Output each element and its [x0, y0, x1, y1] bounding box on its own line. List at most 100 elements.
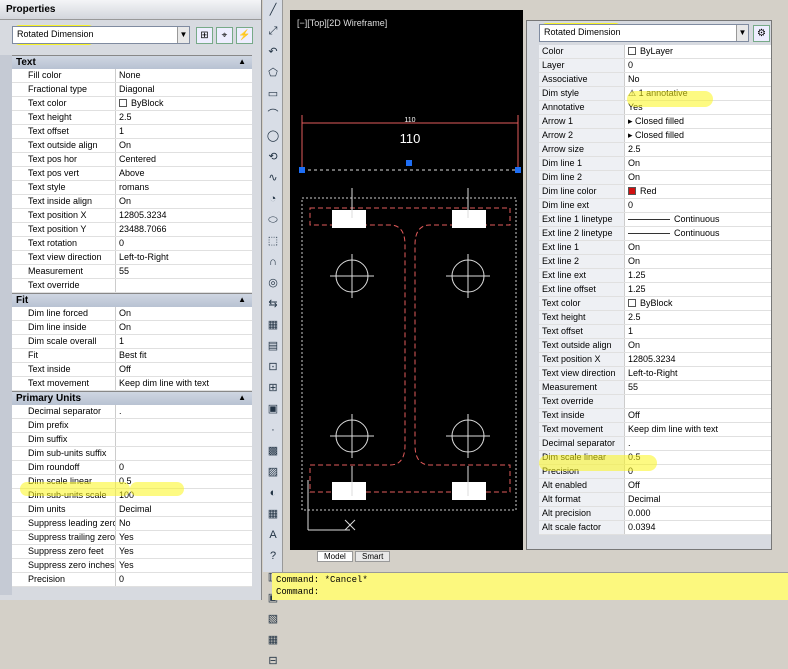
- property-value[interactable]: Yes: [116, 531, 252, 544]
- property-row[interactable]: Dim prefix: [12, 419, 252, 433]
- property-value[interactable]: Keep dim line with text: [116, 377, 252, 390]
- property-value[interactable]: 1: [625, 325, 771, 338]
- draw-tool-icon[interactable]: ◐: [265, 485, 281, 501]
- draw-tool-icon[interactable]: ⬭: [265, 212, 281, 228]
- property-value[interactable]: On: [116, 321, 252, 334]
- draw-tool-icon[interactable]: ∩: [265, 254, 281, 270]
- command-line[interactable]: Command: *Cancel* Command:: [272, 572, 788, 600]
- draw-tool-icon[interactable]: ⊞: [265, 380, 281, 396]
- draw-tool-icon[interactable]: ▭: [265, 86, 281, 102]
- property-row[interactable]: Text color ByBlock: [12, 97, 252, 111]
- property-row[interactable]: Dim line color Red: [539, 185, 771, 199]
- property-row[interactable]: Text height 2.5: [12, 111, 252, 125]
- property-row[interactable]: Arrow size 2.5: [539, 143, 771, 157]
- property-value[interactable]: romans: [116, 181, 252, 194]
- property-value[interactable]: No: [625, 73, 771, 86]
- draw-tool-icon[interactable]: ▩: [265, 443, 281, 459]
- chevron-down-icon[interactable]: ▼: [177, 27, 189, 43]
- property-value[interactable]: 0: [625, 199, 771, 212]
- property-row[interactable]: Measurement 55: [539, 381, 771, 395]
- property-value[interactable]: Best fit: [116, 349, 252, 362]
- property-value[interactable]: [116, 279, 252, 292]
- property-value[interactable]: Continuous: [625, 213, 771, 226]
- property-value[interactable]: Off: [625, 479, 771, 492]
- property-value[interactable]: 0: [116, 573, 252, 586]
- section-header[interactable]: Fit ▲: [12, 293, 252, 307]
- property-row[interactable]: Measurement 55: [12, 265, 252, 279]
- tab-model[interactable]: Model: [317, 551, 353, 562]
- property-value[interactable]: On: [116, 139, 252, 152]
- chevron-down-icon[interactable]: ▼: [736, 25, 748, 41]
- draw-tool-icon[interactable]: ∿: [265, 170, 281, 186]
- draw-tool-icon[interactable]: ?: [265, 548, 281, 564]
- property-row[interactable]: Alt format Decimal: [539, 493, 771, 507]
- draw-tool-icon[interactable]: ▨: [265, 464, 281, 480]
- settings-icon[interactable]: ⚙: [753, 25, 770, 42]
- property-value[interactable]: On: [625, 157, 771, 170]
- draw-tool-icon[interactable]: ▦: [265, 317, 281, 333]
- property-row[interactable]: Text override: [539, 395, 771, 409]
- property-value[interactable]: Left-to-Right: [116, 251, 252, 264]
- property-value[interactable]: 12805.3234: [116, 209, 252, 222]
- property-value[interactable]: 1.25: [625, 269, 771, 282]
- property-row[interactable]: Text rotation 0: [12, 237, 252, 251]
- draw-tool-icon[interactable]: ▦: [265, 506, 281, 522]
- property-value[interactable]: 0: [116, 461, 252, 474]
- property-value[interactable]: Diagonal: [116, 83, 252, 96]
- property-value[interactable]: [116, 419, 252, 432]
- ibeam-drawing[interactable]: 110 110: [290, 100, 523, 540]
- property-row[interactable]: Ext line ext 1.25: [539, 269, 771, 283]
- property-row[interactable]: Text movement Keep dim line with text: [12, 377, 252, 391]
- property-row[interactable]: Suppress zero inches Yes: [12, 559, 252, 573]
- property-value[interactable]: Off: [625, 409, 771, 422]
- property-row[interactable]: Alt enabled Off: [539, 479, 771, 493]
- collapse-icon[interactable]: ▲: [238, 295, 246, 304]
- property-row[interactable]: Precision 0: [12, 573, 252, 587]
- property-row[interactable]: Dim scale overall 1: [12, 335, 252, 349]
- property-value[interactable]: ByBlock: [116, 97, 252, 110]
- property-row[interactable]: Text inside align On: [12, 195, 252, 209]
- property-value[interactable]: [625, 395, 771, 408]
- property-value[interactable]: Yes: [116, 559, 252, 572]
- draw-tool-icon[interactable]: ⟲: [265, 149, 281, 165]
- property-value[interactable]: On: [625, 339, 771, 352]
- collapse-icon[interactable]: ▲: [238, 57, 246, 66]
- property-row[interactable]: Dim sub-units suffix: [12, 447, 252, 461]
- property-row[interactable]: Text position X 12805.3234: [12, 209, 252, 223]
- property-value[interactable]: ByLayer: [625, 45, 771, 58]
- property-row[interactable]: Suppress zero feet Yes: [12, 545, 252, 559]
- property-row[interactable]: Suppress leading zeros No: [12, 517, 252, 531]
- property-row[interactable]: Fit Best fit: [12, 349, 252, 363]
- property-row[interactable]: Dim suffix: [12, 433, 252, 447]
- draw-tool-icon[interactable]: ▤: [265, 338, 281, 354]
- command-prompt[interactable]: Command:: [276, 586, 784, 598]
- property-row[interactable]: Text color ByBlock: [539, 297, 771, 311]
- property-row[interactable]: Dim roundoff 0: [12, 461, 252, 475]
- property-value[interactable]: No: [116, 517, 252, 530]
- property-row[interactable]: Text pos vert Above: [12, 167, 252, 181]
- object-type-combo[interactable]: Rotated Dimension ▼: [12, 26, 190, 44]
- property-value[interactable]: [116, 433, 252, 446]
- property-row[interactable]: Dim line 2 On: [539, 171, 771, 185]
- draw-tool-icon[interactable]: ◎: [265, 275, 281, 291]
- draw-tool-icon[interactable]: ⌒: [265, 107, 281, 123]
- draw-tool-icon[interactable]: ⬚: [265, 233, 281, 249]
- property-row[interactable]: Alt precision 0.000: [539, 507, 771, 521]
- property-value[interactable]: On: [625, 241, 771, 254]
- property-row[interactable]: Text outside align On: [539, 339, 771, 353]
- property-row[interactable]: Text position X 12805.3234: [539, 353, 771, 367]
- collapse-icon[interactable]: ▲: [238, 393, 246, 402]
- property-row[interactable]: Dim line inside On: [12, 321, 252, 335]
- property-value[interactable]: 0: [625, 59, 771, 72]
- draw-tool-icon[interactable]: ↶: [265, 44, 281, 60]
- property-row[interactable]: Arrow 1 ▸ Closed filled: [539, 115, 771, 129]
- right-object-type-combo[interactable]: Rotated Dimension ▼: [539, 24, 749, 42]
- property-row[interactable]: Ext line offset 1.25: [539, 283, 771, 297]
- property-value[interactable]: Decimal: [625, 493, 771, 506]
- property-row[interactable]: Text view direction Left-to-Right: [539, 367, 771, 381]
- property-value[interactable]: [116, 447, 252, 460]
- tab-smart[interactable]: Smart: [355, 551, 391, 562]
- property-value[interactable]: ByBlock: [625, 297, 771, 310]
- property-value[interactable]: 12805.3234: [625, 353, 771, 366]
- property-row[interactable]: Dim units Decimal: [12, 503, 252, 517]
